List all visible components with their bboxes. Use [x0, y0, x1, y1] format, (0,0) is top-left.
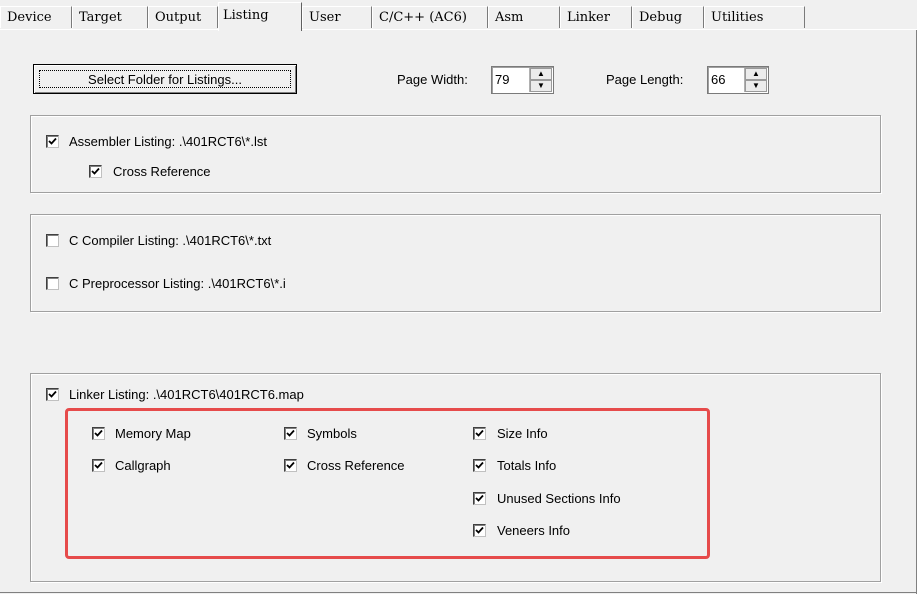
- linker-listing-label[interactable]: Linker Listing: .\401RCT6\401RCT6.map: [69, 387, 304, 403]
- page-width-spinner[interactable]: 79 ▲ ▼: [491, 66, 554, 94]
- assembler-listing-checkbox[interactable]: [46, 135, 59, 148]
- page-length-value[interactable]: 66: [711, 72, 725, 87]
- tab-device[interactable]: Device: [0, 6, 72, 28]
- assembler-listing-label[interactable]: Assembler Listing: .\401RCT6\*.lst: [69, 134, 267, 150]
- focus-rect: [39, 70, 291, 88]
- tab-target[interactable]: Target: [72, 6, 148, 28]
- spin-up-icon[interactable]: ▲: [745, 68, 767, 80]
- page-width-label: Page Width:: [397, 72, 468, 87]
- page-length-spinner[interactable]: 66 ▲ ▼: [707, 66, 769, 94]
- spin-down-icon[interactable]: ▼: [530, 80, 552, 92]
- page-width-value[interactable]: 79: [495, 72, 509, 87]
- page-width-spin-arrows: ▲ ▼: [529, 68, 552, 92]
- c-preprocessor-listing-label[interactable]: C Preprocessor Listing: .\401RCT6\*.i: [69, 276, 286, 292]
- page-length-spin-arrows: ▲ ▼: [744, 68, 767, 92]
- spin-up-icon[interactable]: ▲: [530, 68, 552, 80]
- select-folder-button[interactable]: Select Folder for Listings...: [33, 64, 297, 94]
- tab-utilities[interactable]: Utilities: [704, 6, 805, 28]
- tab-user[interactable]: User: [302, 6, 372, 28]
- c-compiler-listing-checkbox[interactable]: [46, 234, 59, 247]
- page-length-label: Page Length:: [606, 72, 684, 87]
- check-icon: [91, 167, 100, 175]
- linker-listing-checkbox[interactable]: [46, 388, 59, 401]
- tab-c-cpp-ac6[interactable]: C/C++ (AC6): [372, 6, 488, 28]
- tab-divider: [0, 29, 917, 30]
- highlight-box: [65, 408, 710, 559]
- assembler-group: [30, 115, 881, 193]
- tab-debug[interactable]: Debug: [632, 6, 704, 28]
- assembler-cross-reference-label[interactable]: Cross Reference: [113, 164, 211, 180]
- spin-down-icon[interactable]: ▼: [745, 80, 767, 92]
- panel-border-bottom: [0, 592, 917, 593]
- tab-strip: Device Target Output Listing User C/C++ …: [0, 0, 917, 31]
- c-preprocessor-listing-checkbox[interactable]: [46, 277, 59, 290]
- check-icon: [48, 137, 57, 145]
- compiler-group: [30, 214, 881, 312]
- assembler-cross-reference-checkbox[interactable]: [89, 165, 102, 178]
- tab-output[interactable]: Output: [148, 6, 218, 28]
- tab-linker[interactable]: Linker: [560, 6, 632, 28]
- check-icon: [48, 390, 57, 398]
- tab-asm[interactable]: Asm: [488, 6, 560, 28]
- c-compiler-listing-label[interactable]: C Compiler Listing: .\401RCT6\*.txt: [69, 233, 271, 249]
- tab-listing[interactable]: Listing: [218, 2, 302, 31]
